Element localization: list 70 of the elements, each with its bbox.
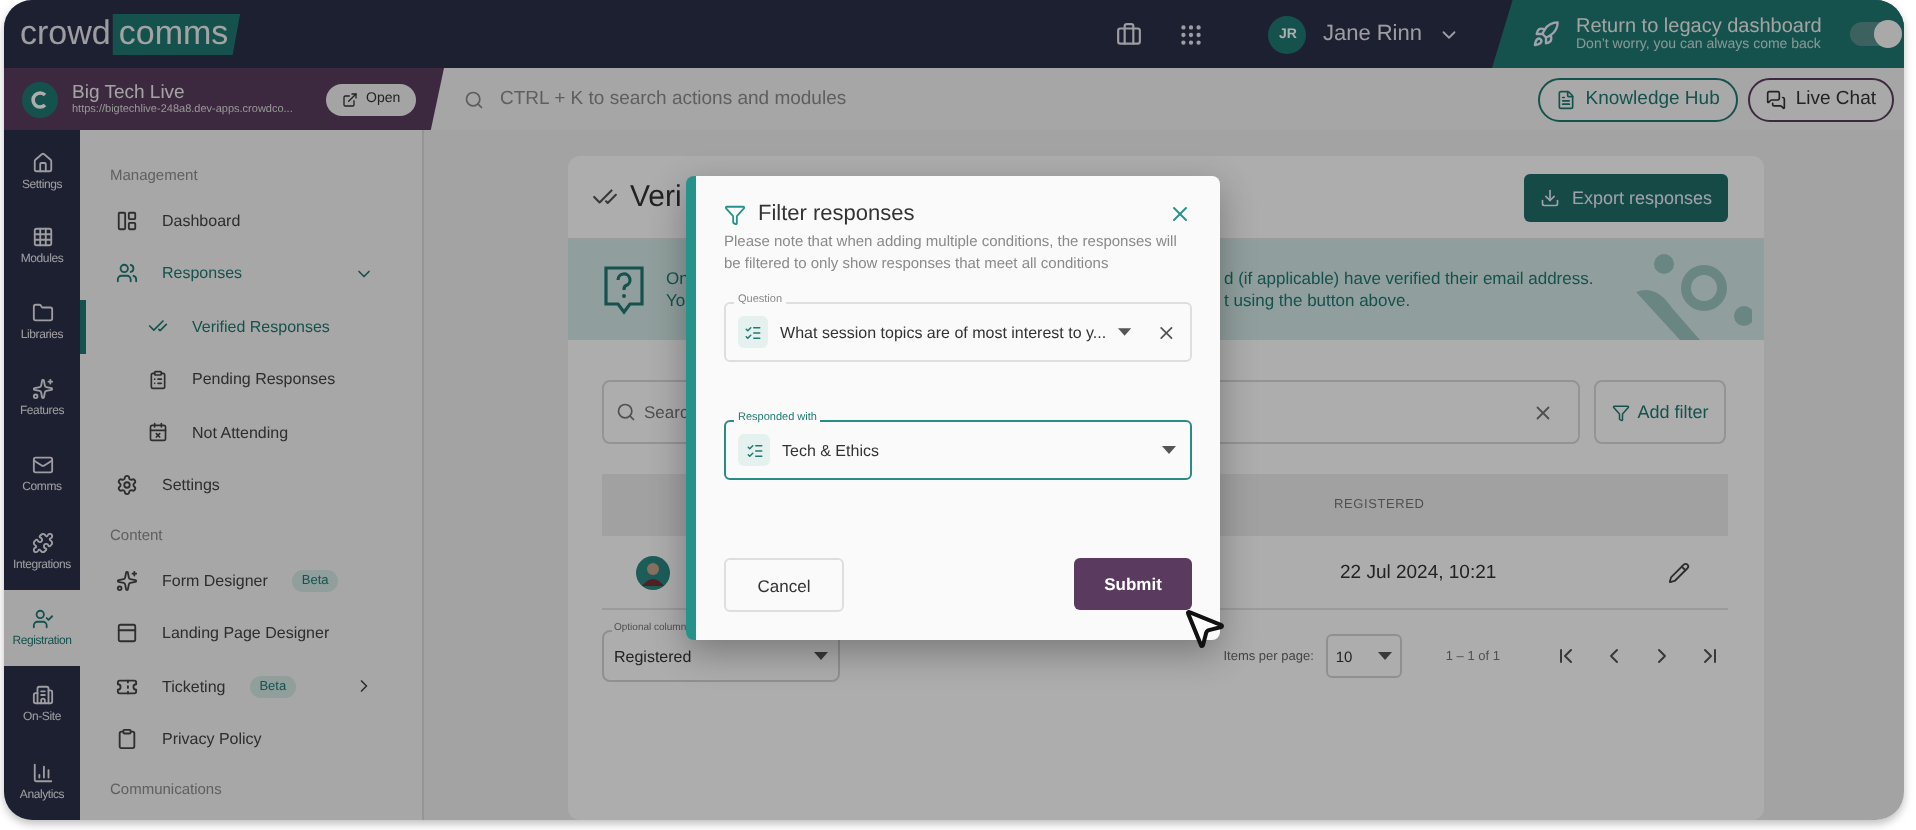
- add-filter-button[interactable]: Add filter: [1594, 380, 1726, 444]
- checklist-icon: [738, 316, 769, 348]
- question-bubble-icon: [602, 264, 646, 316]
- caret-icon: [814, 652, 828, 660]
- building-icon: [31, 684, 53, 707]
- user-check-icon: [31, 608, 53, 631]
- calendar-icon: [148, 422, 168, 443]
- live-chat-button[interactable]: Live Chat: [1747, 77, 1894, 121]
- filter-icon: [724, 203, 746, 225]
- cancel-button[interactable]: Cancel: [724, 558, 844, 612]
- caret-icon: [1162, 446, 1176, 454]
- panel-icon: [116, 622, 138, 645]
- knowledge-hub-button[interactable]: Knowledge Hub: [1537, 77, 1738, 121]
- bar-chart-icon: [31, 761, 53, 784]
- briefcase-icon[interactable]: [1116, 21, 1143, 47]
- home-icon: [31, 152, 53, 175]
- clear-icon[interactable]: [1532, 401, 1554, 423]
- double-check-icon: [148, 316, 168, 337]
- grid-icon: [31, 225, 53, 247]
- download-icon: [1539, 187, 1560, 207]
- chat-icon: [1765, 89, 1786, 109]
- close-button[interactable]: [1168, 202, 1192, 226]
- first-page-icon: [1554, 644, 1578, 668]
- document-icon: [1555, 89, 1576, 109]
- filter-icon: [1611, 403, 1630, 421]
- last-page-icon: [1698, 644, 1722, 668]
- edit-icon[interactable]: [1668, 561, 1690, 583]
- nav-item[interactable]: Settings: [80, 459, 422, 512]
- page-title: Veri: [630, 180, 682, 214]
- clear-icon[interactable]: [1155, 321, 1176, 343]
- project-logo: [22, 81, 58, 117]
- caret-icon: [1377, 652, 1392, 660]
- settings-icon: [116, 474, 138, 497]
- user-name[interactable]: Jane Rinn: [1322, 22, 1422, 46]
- avatar: [636, 555, 670, 589]
- search-icon: [616, 402, 636, 422]
- users-icon: [116, 262, 138, 285]
- project-name: Big Tech Live: [72, 82, 187, 104]
- nav-item[interactable]: Dashboard: [80, 194, 422, 247]
- table-cell-text: 22 Jul 2024, 10:21: [1340, 561, 1499, 583]
- search-field[interactable]: CTRL + K to search actions and modules: [496, 86, 1016, 112]
- mail-icon: [31, 454, 53, 477]
- apps-grid-icon[interactable]: [1178, 21, 1205, 47]
- legacy-toggle[interactable]: [1849, 22, 1898, 46]
- nav-item[interactable]: Responses: [80, 247, 422, 300]
- folder-icon: [31, 301, 53, 324]
- puzzle-icon: [31, 531, 53, 554]
- legacy-title: Return to legacy dashboard: [1576, 16, 1822, 38]
- ticket-icon: [116, 675, 138, 698]
- search-field[interactable]: Searc: [644, 402, 690, 422]
- double-check-icon: [592, 184, 618, 210]
- rocket-icon: [1532, 20, 1560, 48]
- dialog-title: Filter responses: [758, 202, 915, 226]
- nav-sub-item[interactable]: Not Attending: [80, 406, 422, 459]
- nav-item[interactable]: Landing Page Designer: [80, 607, 422, 660]
- clipboard-icon: [148, 369, 168, 390]
- nav-sub-item[interactable]: Pending Responses: [80, 353, 422, 406]
- clipboard-icon: [116, 728, 138, 751]
- info-text: d (if applicable) have verified their email address. t using the button above.: [1224, 268, 1594, 312]
- external-link-icon: [342, 91, 358, 107]
- sparkles-icon: [31, 378, 53, 401]
- sparkles-icon: [116, 569, 138, 592]
- export-button[interactable]: Export responses: [1524, 173, 1728, 221]
- layout-icon: [116, 209, 138, 232]
- search-icon: [464, 89, 484, 109]
- close-icon: [1168, 202, 1192, 226]
- submit-button[interactable]: Submit: [1074, 558, 1192, 610]
- caret-icon: [1118, 328, 1132, 336]
- checklist-icon: [738, 434, 770, 466]
- nav-item[interactable]: Privacy Policy: [80, 713, 422, 766]
